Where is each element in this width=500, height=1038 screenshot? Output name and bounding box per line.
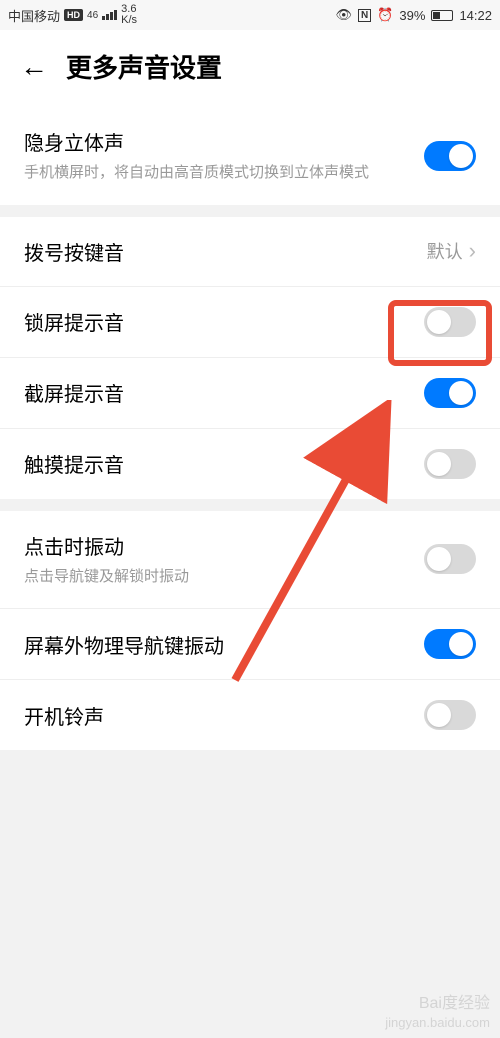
row-title-tap-vibrate: 点击时振动 [24,531,424,560]
battery-pct: 39% [399,8,425,23]
toggle-nav-vibrate[interactable] [424,629,476,659]
row-lock-sound[interactable]: 锁屏提示音 [0,287,500,358]
toggle-tap-vibrate[interactable] [424,544,476,574]
battery-icon [431,10,453,21]
row-title-touch: 触摸提示音 [24,449,424,478]
row-tap-vibrate[interactable]: 点击时振动 点击导航键及解锁时振动 [0,511,500,610]
row-title-boot: 开机铃声 [24,701,424,730]
toggle-touch-sound[interactable] [424,449,476,479]
watermark-url: jingyan.baidu.com [385,1015,490,1032]
chevron-right-icon: › [469,238,476,264]
toggle-lock-sound[interactable] [424,307,476,337]
net-speed: 3.6 K/s [121,4,137,26]
row-value-dial: 默认 [427,238,463,264]
section-vibration: 点击时振动 点击导航键及解锁时振动 屏幕外物理导航键振动 开机铃声 [0,511,500,751]
section-sounds: 拨号按键音 默认 › 锁屏提示音 截屏提示音 触摸提示音 [0,217,500,499]
row-title-lock: 锁屏提示音 [24,307,424,336]
carrier-label: 中国移动 [8,6,60,25]
toggle-screenshot-sound[interactable] [424,378,476,408]
status-bar: 中国移动 HD 46 3.6 K/s 👁 N ⏰ 39% 14:22 [0,0,500,30]
watermark-brand: Bai度经验 [385,994,490,1015]
back-icon[interactable]: ← [20,51,48,83]
eye-icon: 👁 [335,7,352,23]
page-title: 更多声音设置 [66,48,222,85]
net-gen: 46 [87,10,98,21]
alarm-icon: ⏰ [377,7,393,23]
app-header: ← 更多声音设置 [0,30,500,107]
hd-badge: HD [64,9,83,21]
row-boot-sound[interactable]: 开机铃声 [0,680,500,750]
row-title-screenshot: 截屏提示音 [24,378,424,407]
clock: 14:22 [459,8,492,23]
row-sub-stereo: 手机横屏时，将自动由高音质模式切换到立体声模式 [24,162,424,185]
row-stereo[interactable]: 隐身立体声 手机横屏时，将自动由高音质模式切换到立体声模式 [0,107,500,205]
row-dial-tone[interactable]: 拨号按键音 默认 › [0,217,500,287]
toggle-stereo[interactable] [424,141,476,171]
row-title-dial: 拨号按键音 [24,237,427,266]
signal-icon [102,10,117,20]
row-touch-sound[interactable]: 触摸提示音 [0,429,500,499]
nfc-icon: N [358,9,371,22]
row-sub-tap-vibrate: 点击导航键及解锁时振动 [24,566,424,589]
row-screenshot-sound[interactable]: 截屏提示音 [0,358,500,429]
toggle-boot-sound[interactable] [424,700,476,730]
watermark: Bai度经验 jingyan.baidu.com [385,994,490,1032]
section-stereo: 隐身立体声 手机横屏时，将自动由高音质模式切换到立体声模式 [0,107,500,205]
row-nav-vibrate[interactable]: 屏幕外物理导航键振动 [0,609,500,680]
row-title-stereo: 隐身立体声 [24,127,424,156]
row-title-nav-vibrate: 屏幕外物理导航键振动 [24,630,424,659]
